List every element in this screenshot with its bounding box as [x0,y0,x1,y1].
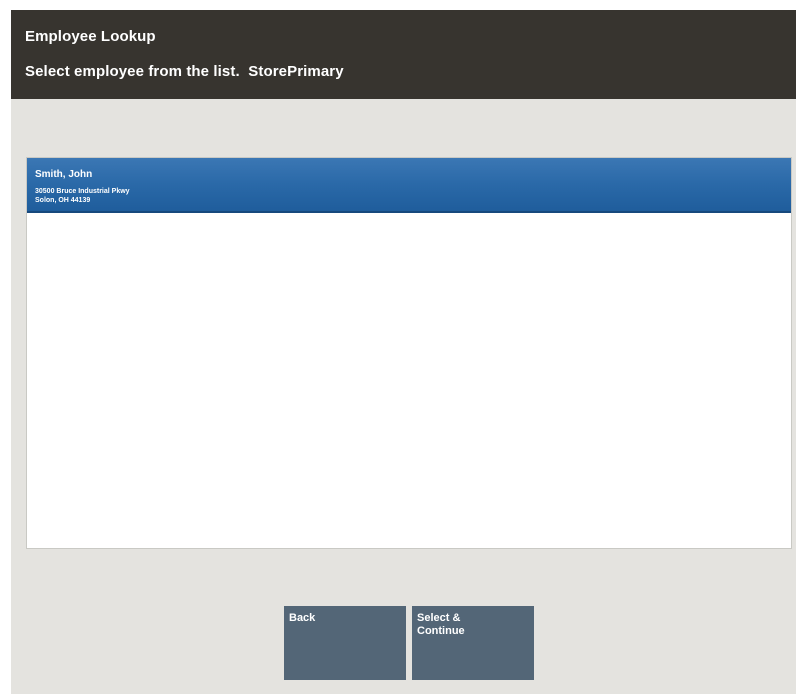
select-continue-button[interactable]: Select & Continue [412,606,534,680]
employee-address-line2: Solon, OH 44139 [35,197,91,204]
employee-address-line1: 30500 Bruce Industrial Pkwy [35,188,130,195]
list-item-selected[interactable]: Smith, John 30500 Bruce Industrial Pkwy … [27,158,791,213]
employee-name: Smith, John [35,169,93,180]
page-title: Employee Lookup [25,28,156,45]
employee-list[interactable]: Smith, John 30500 Bruce Industrial Pkwy … [26,157,792,549]
title-bar: Employee Lookup Select employee from the… [11,10,796,99]
select-button-label-line1: Select & [417,612,461,624]
back-button-label: Back [289,612,316,624]
app-window: Employee Lookup Select employee from the… [11,10,796,694]
back-button[interactable]: Back [284,606,406,680]
prompt-text: Select employee from the list. StorePrim… [25,63,344,80]
select-button-label-line2: Continue [417,625,465,637]
